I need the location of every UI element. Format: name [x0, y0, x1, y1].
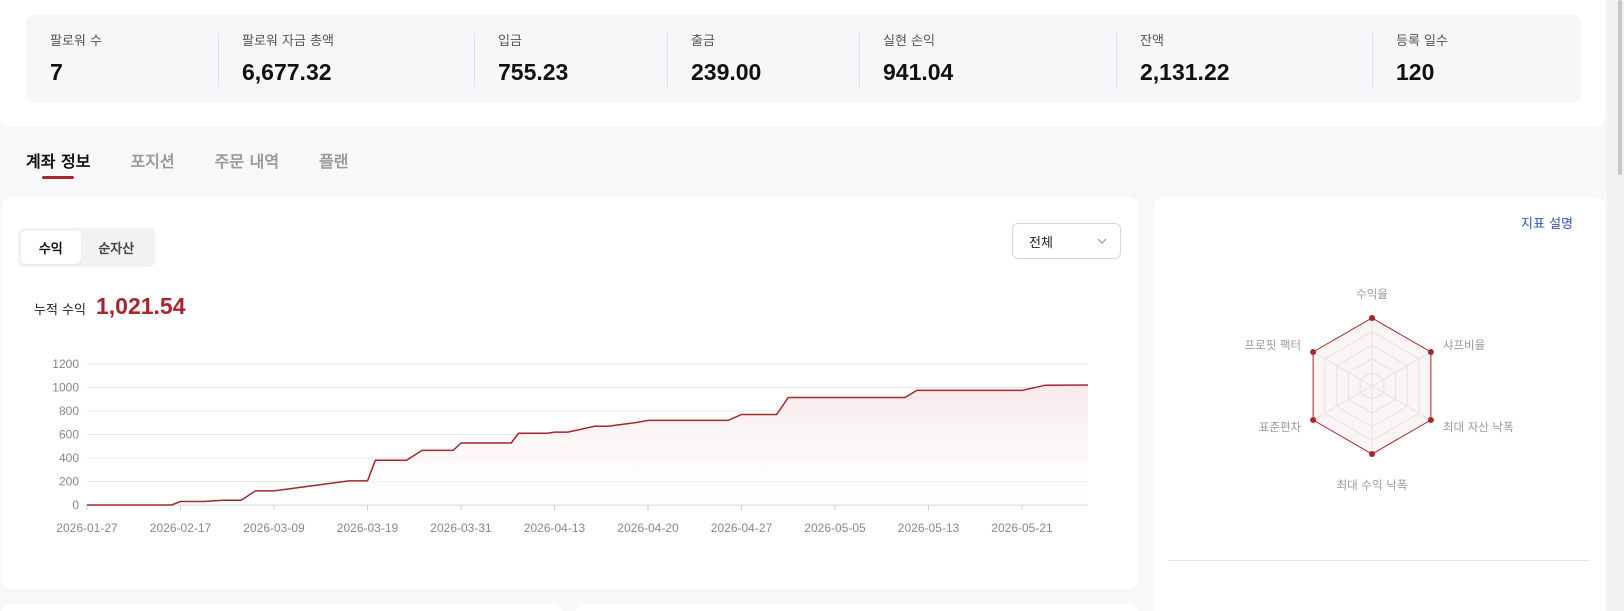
x-tick-label: 2026-03-19	[337, 521, 399, 535]
x-tick-label: 2026-05-13	[898, 521, 960, 535]
bottom-card	[575, 604, 1138, 611]
stat-value: 6,677.32	[242, 59, 332, 85]
divider	[1169, 560, 1589, 561]
x-tick-label: 2026-03-31	[430, 521, 492, 535]
chart-mode-toggle: 수익 순자산	[18, 228, 155, 267]
stat-value: 7	[50, 59, 63, 85]
period-select-value: 전체	[1029, 235, 1053, 251]
scrollbar[interactable]	[1607, 0, 1624, 611]
stat-label: 팔로워 수	[50, 34, 102, 49]
stat-deposit: 입금 755.23	[474, 31, 667, 87]
profit-line-chart: 0 200 400 600 800 1000 1200 2026-01-27 2026-02-1…	[52, 357, 1089, 535]
radar-axis-label: 표준편차	[1259, 420, 1302, 434]
scrollbar-thumb[interactable]	[1618, 0, 1622, 175]
stat-realized-pnl: 실현 손익 941.04	[859, 31, 1116, 87]
stat-value: 120	[1396, 59, 1435, 85]
metrics-explanation-link[interactable]: 지표 설명	[1521, 213, 1573, 232]
y-tick-label: 0	[72, 498, 79, 512]
stat-value: 941.04	[883, 59, 954, 85]
x-tick-label: 2026-05-05	[804, 521, 866, 535]
radar-axis-label: 최대 수익 낙폭	[1337, 478, 1408, 492]
stat-label: 출금	[691, 34, 715, 49]
stat-value: 755.23	[498, 59, 569, 85]
radar-axis-label: 최대 자산 낙폭	[1443, 420, 1514, 434]
radar-point	[1369, 451, 1375, 457]
radar-point	[1310, 349, 1317, 355]
x-tick-label: 2026-04-13	[524, 521, 586, 535]
stat-value: 239.00	[691, 59, 762, 85]
metrics-radar-chart: 수익율샤프비율최대 자산 낙폭최대 수익 낙폭 표준편차 프로핏 팩터	[1245, 287, 1514, 492]
stat-label: 실현 손익	[883, 34, 935, 49]
stat-label: 등록 일수	[1396, 34, 1448, 49]
radar-axis-label: 프로핏 팩터	[1245, 338, 1302, 352]
radar-point	[1427, 349, 1434, 355]
tab-bar: 계좌 정보 포지션 주문 내역 플랜	[26, 148, 389, 180]
tab-order-history[interactable]: 주문 내역	[215, 148, 279, 180]
radar-point	[1427, 417, 1434, 423]
x-tick-label: 2026-03-09	[243, 521, 305, 535]
x-tick-label: 2026-02-17	[150, 521, 212, 535]
y-tick-label: 400	[59, 451, 79, 465]
tab-account-info[interactable]: 계좌 정보	[26, 148, 90, 180]
cumulative-profit-label: 누적 수익	[34, 303, 86, 318]
stat-label: 팔로워 자금 총액	[242, 34, 334, 49]
toggle-net-asset-button[interactable]: 순자산	[81, 231, 152, 264]
profit-chart-card: 수익 순자산 전체 누적 수익 1,021.54 0 200 400 600 800 10…	[2, 197, 1138, 589]
stat-value: 2,131.22	[1140, 59, 1230, 85]
tab-plan[interactable]: 플랜	[319, 148, 348, 180]
stat-follower-funds: 팔로워 자금 총액 6,677.32	[218, 31, 474, 87]
x-tick-label: 2026-04-20	[617, 521, 679, 535]
y-tick-label: 1000	[52, 381, 79, 395]
radar-axis-label: 수익율	[1356, 287, 1388, 301]
cumulative-profit: 누적 수익 1,021.54	[34, 293, 186, 320]
stat-withdrawal: 출금 239.00	[667, 31, 859, 87]
radar-point	[1310, 417, 1317, 423]
y-tick-label: 800	[59, 404, 79, 418]
y-tick-label: 1200	[52, 357, 79, 371]
stat-label: 입금	[498, 34, 522, 49]
chevron-down-icon	[1097, 238, 1107, 244]
period-select[interactable]: 전체	[1012, 223, 1121, 259]
stat-registered-days: 등록 일수 120	[1372, 31, 1572, 87]
stats-card: 팔로워 수 7 팔로워 자금 총액 6,677.32 입금 755.23 출금 …	[0, 0, 1605, 127]
radar-value-polygon	[1312, 317, 1432, 455]
bottom-card	[2, 604, 562, 611]
tab-positions[interactable]: 포지션	[130, 148, 174, 180]
radar-axis-label: 샤프비율	[1443, 338, 1485, 352]
profit-area	[87, 385, 1088, 505]
x-tick-label: 2026-05-21	[991, 521, 1053, 535]
cumulative-profit-value: 1,021.54	[95, 293, 186, 319]
x-tick-label: 2026-01-27	[56, 521, 118, 535]
toggle-profit-button[interactable]: 수익	[21, 231, 81, 264]
stat-follower-count: 팔로워 수 7	[26, 31, 218, 87]
stat-balance: 잔액 2,131.22	[1116, 31, 1372, 87]
x-tick-label: 2026-04-27	[711, 521, 773, 535]
stats-summary: 팔로워 수 7 팔로워 자금 총액 6,677.32 입금 755.23 출금 …	[26, 15, 1581, 103]
metrics-radar-card: 수익율샤프비율최대 자산 낙폭최대 수익 낙폭 표준편차 프로핏 팩터 지표 설명	[1154, 197, 1605, 611]
stat-label: 잔액	[1140, 34, 1164, 49]
y-tick-label: 200	[59, 475, 79, 489]
radar-point	[1369, 315, 1375, 321]
y-tick-label: 600	[59, 428, 79, 442]
